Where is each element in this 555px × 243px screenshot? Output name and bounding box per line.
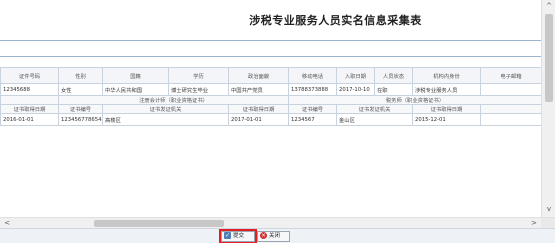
scroll-up-arrow[interactable]: ^ bbox=[542, 0, 555, 12]
table-cell: 2015-12-01 bbox=[412, 113, 481, 126]
col-subheader: 证书编号 bbox=[58, 104, 103, 114]
group-header-cpa: 注册会计师（职业资格证书） bbox=[58, 95, 289, 105]
divider bbox=[0, 40, 541, 41]
close-label: 关闭 bbox=[269, 233, 281, 239]
scroll-down-arrow[interactable]: v bbox=[542, 203, 555, 215]
info-table: 证件号码 性别 国籍 学历 政治面貌 移动电话 入职日期 人员状态 机构内身份 … bbox=[0, 67, 542, 126]
table-subheader-row: 证书取得日期 证书编号 证书发证机关 证书取得日期 证书编号 证书发证机关 证书… bbox=[0, 104, 542, 114]
table-row: 2016-01-01 123456778654 高楼区 2017-01-01 1… bbox=[0, 113, 542, 126]
col-subheader: 证书发证机关 bbox=[102, 104, 229, 114]
col-header: 人员状态 bbox=[374, 67, 413, 84]
col-subheader: 证书取得日期 bbox=[0, 104, 59, 114]
col-subheader: 证书取得日期 bbox=[228, 104, 289, 114]
col-header: 电子邮箱 bbox=[480, 67, 542, 84]
close-button[interactable]: × 关闭 bbox=[257, 231, 290, 242]
table-cell: 12345688 bbox=[0, 83, 59, 96]
table-cell: 女性 bbox=[58, 83, 103, 96]
horizontal-scroll-thumb[interactable] bbox=[94, 220, 224, 227]
col-subheader: 证书编号 bbox=[288, 104, 337, 114]
table-cell: 在职 bbox=[374, 83, 413, 96]
table-cell: 中国共产党员 bbox=[228, 83, 289, 96]
table-cell: 2016-01-01 bbox=[0, 113, 59, 126]
table-cell bbox=[480, 83, 542, 96]
table-row: 12345688 女性 中华人民共和国 博士研究生毕业 中国共产党员 13788… bbox=[0, 83, 542, 96]
vertical-scroll-thumb[interactable] bbox=[545, 14, 553, 102]
table-header-row: 证件号码 性别 国籍 学历 政治面貌 移动电话 入职日期 人员状态 机构内身份 … bbox=[0, 67, 542, 84]
table-cell: 2017-10-10 bbox=[336, 83, 375, 96]
table-cell: 博士研究生毕业 bbox=[168, 83, 229, 96]
save-icon: ✓ bbox=[224, 232, 231, 239]
table-cell: 123456778654 bbox=[58, 113, 103, 126]
col-header: 学历 bbox=[168, 67, 229, 84]
table-cell: 中华人民共和国 bbox=[102, 83, 169, 96]
table-cell: 涉税专业服务人员 bbox=[412, 83, 481, 96]
table-cell: 高楼区 bbox=[102, 113, 229, 126]
table-cell: 13788373888 bbox=[288, 83, 337, 96]
action-bar: ✓ 提交 × 关闭 bbox=[0, 228, 555, 243]
submit-button[interactable]: ✓ 提交 bbox=[219, 229, 257, 243]
app-window: 涉税专业服务人员实名信息采集表 证件号码 性别 国籍 学历 政治面貌 移动电话 … bbox=[0, 0, 555, 243]
divider bbox=[0, 56, 541, 57]
col-subheader bbox=[480, 104, 542, 114]
page-title: 涉税专业服务人员实名信息采集表 bbox=[249, 14, 422, 27]
table-group-row: 注册会计师（职业资格证书） 税务师（职业资格证书） bbox=[0, 95, 542, 105]
col-header: 国籍 bbox=[102, 67, 169, 84]
vertical-scrollbar[interactable]: ^ v bbox=[541, 0, 555, 217]
col-subheader: 证书取得日期 bbox=[412, 104, 481, 114]
close-icon: × bbox=[260, 232, 267, 239]
col-subheader: 证书发证机关 bbox=[336, 104, 413, 114]
table-cell bbox=[480, 113, 542, 126]
col-header: 机构内身份 bbox=[412, 67, 481, 84]
table-cell: 2017-01-01 bbox=[228, 113, 289, 126]
col-header: 移动电话 bbox=[288, 67, 337, 84]
col-header: 政治面貌 bbox=[228, 67, 289, 84]
col-header: 性别 bbox=[58, 67, 103, 84]
group-header-tax-agent: 税务师（职业资格证书） bbox=[288, 95, 542, 105]
submit-label: 提交 bbox=[233, 233, 245, 239]
col-header: 入职日期 bbox=[336, 67, 375, 84]
table-cell: 金山区 bbox=[336, 113, 413, 126]
col-header: 证件号码 bbox=[0, 67, 59, 84]
group-header bbox=[0, 95, 59, 105]
table-cell: 1234567 bbox=[288, 113, 337, 126]
